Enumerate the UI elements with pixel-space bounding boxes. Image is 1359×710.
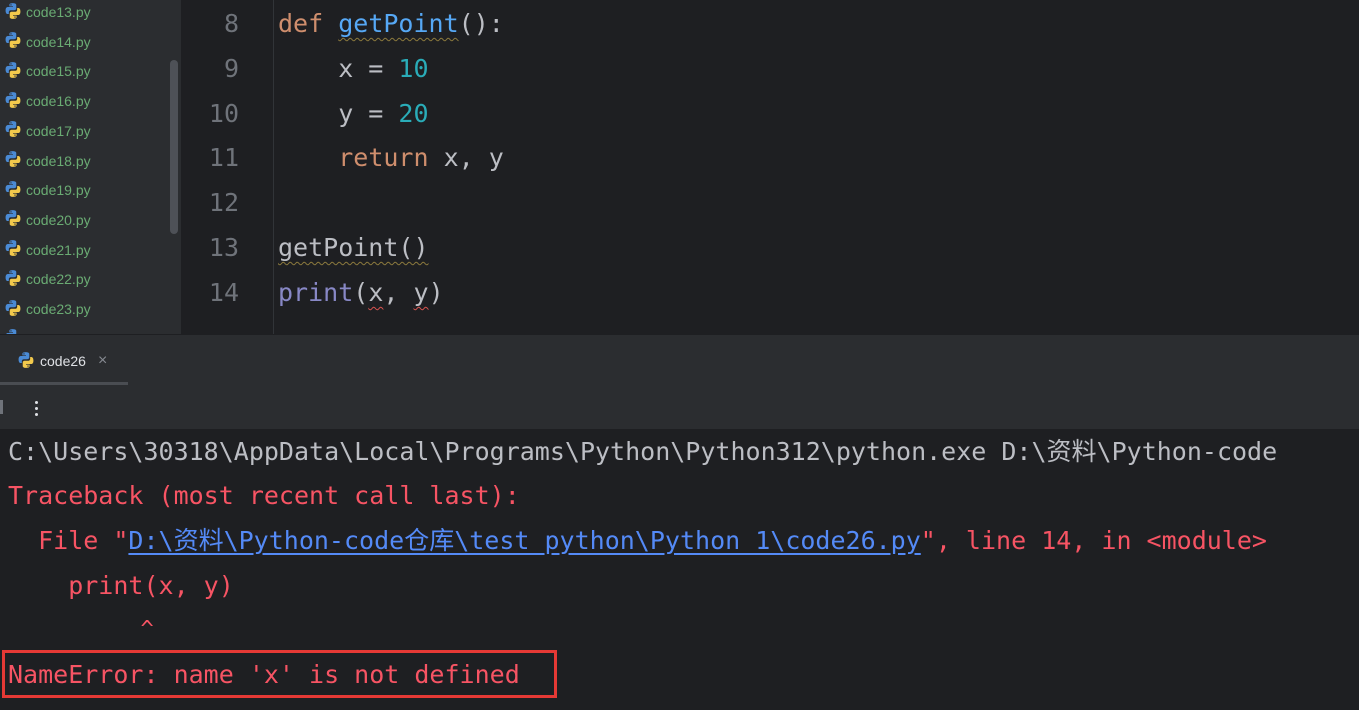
toolbar-edge-marker <box>0 400 3 414</box>
active-tab-indicator <box>0 382 128 385</box>
project-tree: code13.py code14.py code15.py code16.py code… <box>0 0 181 334</box>
close-icon[interactable]: × <box>98 352 107 370</box>
tree-item-label: code14.py <box>26 33 91 50</box>
tree-item-file[interactable]: code15.py <box>0 60 170 82</box>
code-token: ) <box>428 277 444 307</box>
python-file-icon <box>4 239 22 260</box>
run-tab-label: code26 <box>40 353 86 369</box>
console-caret-line: ^ <box>8 617 154 642</box>
python-file-icon <box>4 209 22 230</box>
code-token: y <box>413 277 429 307</box>
run-toolbar <box>0 386 1359 430</box>
tree-item-file[interactable]: code21.py <box>0 239 170 261</box>
console-traceback-header: Traceback (most recent call last): <box>8 481 520 510</box>
run-tab-bar: code26 × <box>0 334 1359 386</box>
tree-item-label: code20.py <box>26 211 91 228</box>
code-token: , <box>383 277 414 307</box>
python-file-icon <box>4 269 22 290</box>
tree-item-label: code19.py <box>26 182 91 199</box>
tree-item-file[interactable]: code16.py <box>0 90 170 112</box>
python-file-icon <box>4 91 22 112</box>
line-number: 11 <box>208 143 239 173</box>
tree-item-file[interactable]: code19.py <box>0 179 170 201</box>
code-token: 10 <box>398 53 429 83</box>
code-token: x = <box>278 53 399 83</box>
line-number: 9 <box>223 53 239 83</box>
line-number: 13 <box>208 233 239 262</box>
code-editor[interactable]: 8 def getPoint(): 9 x = 10 10 y = 20 11 retu… <box>181 0 1359 334</box>
code-token: getPoint <box>338 9 459 38</box>
python-file-icon <box>4 61 22 82</box>
code-line[interactable]: 14 print(x, y) <box>181 273 1359 313</box>
line-number: 8 <box>223 9 239 38</box>
code-text: y = 20 <box>278 94 429 134</box>
console-source-line: print(x, y) <box>8 571 234 600</box>
tree-item-file[interactable]: code13.py <box>0 1 170 23</box>
python-file-icon <box>4 150 22 171</box>
code-token: 20 <box>398 98 429 128</box>
tree-item-label: code23.py <box>26 301 91 317</box>
code-token: getPoint() <box>278 233 429 262</box>
code-line[interactable]: 8 def getPoint(): <box>181 4 1359 44</box>
python-file-icon <box>17 351 35 372</box>
console-file-line: File "D:\资料\Python-code仓库\test_python\Py… <box>8 519 1267 563</box>
line-number: 14 <box>208 277 239 307</box>
code-token: print <box>278 277 354 307</box>
python-file-icon <box>4 31 22 52</box>
tree-item-label: code17.py <box>26 122 91 139</box>
tree-item-label: code22.py <box>26 271 91 288</box>
code-token: y = <box>278 98 399 128</box>
code-text: x = 10 <box>278 49 429 89</box>
more-options-icon[interactable] <box>27 396 45 420</box>
run-tab-code26[interactable]: code26 × <box>0 335 128 387</box>
tree-item-label: code21.py <box>26 241 91 258</box>
code-line[interactable]: 13 getPoint() <box>181 228 1359 268</box>
tree-item-label: code18.py <box>26 152 91 169</box>
python-file-icon <box>4 120 22 141</box>
code-line[interactable]: 11 return x, y <box>181 138 1359 178</box>
code-line[interactable]: 9 x = 10 <box>181 49 1359 89</box>
tree-item-label: code13.py <box>26 4 91 20</box>
code-token: def <box>278 9 339 38</box>
code-text: def getPoint(): <box>278 4 504 44</box>
line-number: 10 <box>208 98 239 128</box>
tree-item-file[interactable]: code22.py <box>0 268 170 290</box>
tree-item-file[interactable]: code17.py <box>0 120 170 142</box>
tree-item-label: code16.py <box>26 93 91 110</box>
file-path-link[interactable]: D:\资料\Python-code仓库\test_python\Python_1… <box>128 526 920 555</box>
python-file-icon <box>4 180 22 201</box>
code-token: x <box>368 277 384 307</box>
tree-scrollbar[interactable] <box>170 60 178 234</box>
line-number: 12 <box>208 188 239 218</box>
console-output[interactable]: C:\Users\30318\AppData\Local\Programs\Py… <box>0 430 1359 710</box>
ide-window: code13.py code14.py code15.py code16.py code… <box>0 0 1359 710</box>
python-file-icon <box>4 299 22 320</box>
code-token: x, y <box>428 143 504 173</box>
code-line[interactable]: 10 y = 20 <box>181 94 1359 134</box>
tree-item-file[interactable]: code23.py <box>0 298 170 320</box>
console-command-line: C:\Users\30318\AppData\Local\Programs\Py… <box>8 437 1278 466</box>
tree-item-file[interactable]: code14.py <box>0 31 170 53</box>
python-file-icon <box>4 2 22 23</box>
code-token: return <box>338 143 429 173</box>
code-text: return x, y <box>278 138 504 178</box>
code-text: print(x, y) <box>278 273 444 313</box>
code-token: (): <box>458 9 504 38</box>
file-line-suffix: ", line 14, in <module> <box>920 526 1267 555</box>
code-text: getPoint() <box>278 228 429 268</box>
tree-item-label: code15.py <box>26 63 91 80</box>
file-line-prefix: File " <box>8 526 129 555</box>
tree-item-file[interactable]: code20.py <box>0 209 170 231</box>
error-highlight-box <box>2 650 557 698</box>
code-token: ( <box>353 277 369 307</box>
code-line[interactable]: 12 <box>181 183 1359 223</box>
tree-item-file[interactable]: code18.py <box>0 150 170 172</box>
